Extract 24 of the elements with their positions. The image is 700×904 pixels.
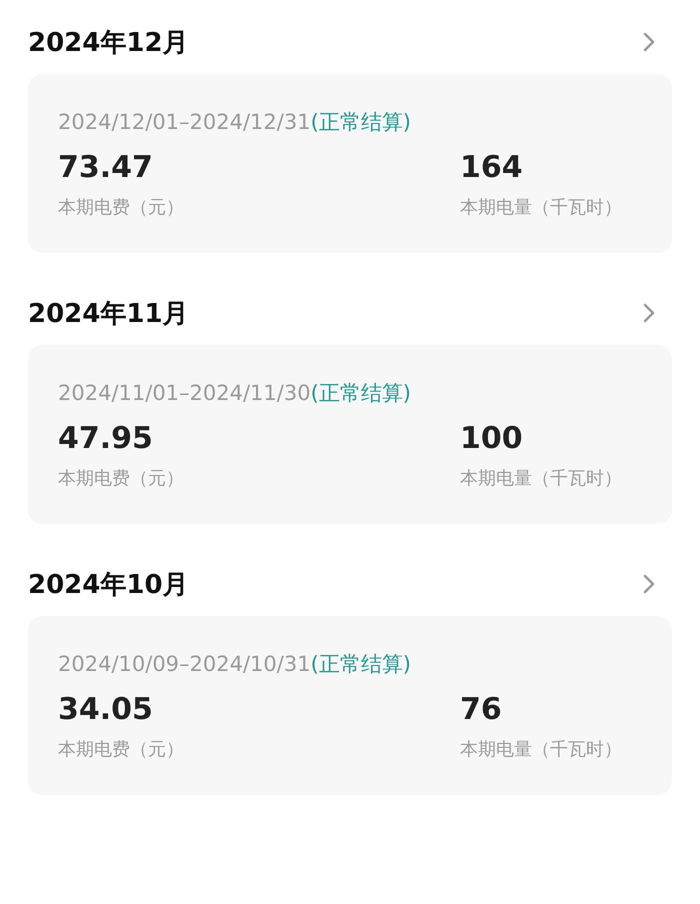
billing-period: 2024/12/01–2024/12/31 bbox=[58, 110, 311, 134]
usage-amount: 164 bbox=[460, 150, 524, 185]
month-title: 2024年12月 bbox=[28, 26, 189, 60]
chevron-right-icon[interactable] bbox=[642, 302, 656, 324]
fee-amount: 34.05 bbox=[58, 692, 154, 727]
fee-amount: 73.47 bbox=[58, 150, 154, 185]
settlement-status: (正常结算) bbox=[310, 381, 411, 405]
usage-amount: 76 bbox=[460, 692, 503, 727]
usage-label: 本期电量（千瓦时） bbox=[460, 196, 623, 219]
chevron-right-icon[interactable] bbox=[642, 31, 656, 53]
fee-label: 本期电费（元） bbox=[58, 196, 185, 219]
billing-period: 2024/11/01–2024/11/30 bbox=[58, 381, 311, 405]
usage-label: 本期电量（千瓦时） bbox=[460, 738, 623, 761]
fee-label: 本期电费（元） bbox=[58, 467, 185, 490]
settlement-status: (正常结算) bbox=[310, 652, 411, 676]
fee-label: 本期电费（元） bbox=[58, 738, 185, 761]
usage-label: 本期电量（千瓦时） bbox=[460, 467, 623, 490]
fee-amount: 47.95 bbox=[58, 421, 154, 456]
settlement-status: (正常结算) bbox=[310, 110, 411, 134]
chevron-right-icon[interactable] bbox=[642, 573, 656, 595]
usage-amount: 100 bbox=[460, 421, 524, 456]
billing-period: 2024/10/09–2024/10/31 bbox=[58, 652, 311, 676]
month-title: 2024年10月 bbox=[28, 568, 189, 602]
month-title: 2024年11月 bbox=[28, 298, 189, 330]
